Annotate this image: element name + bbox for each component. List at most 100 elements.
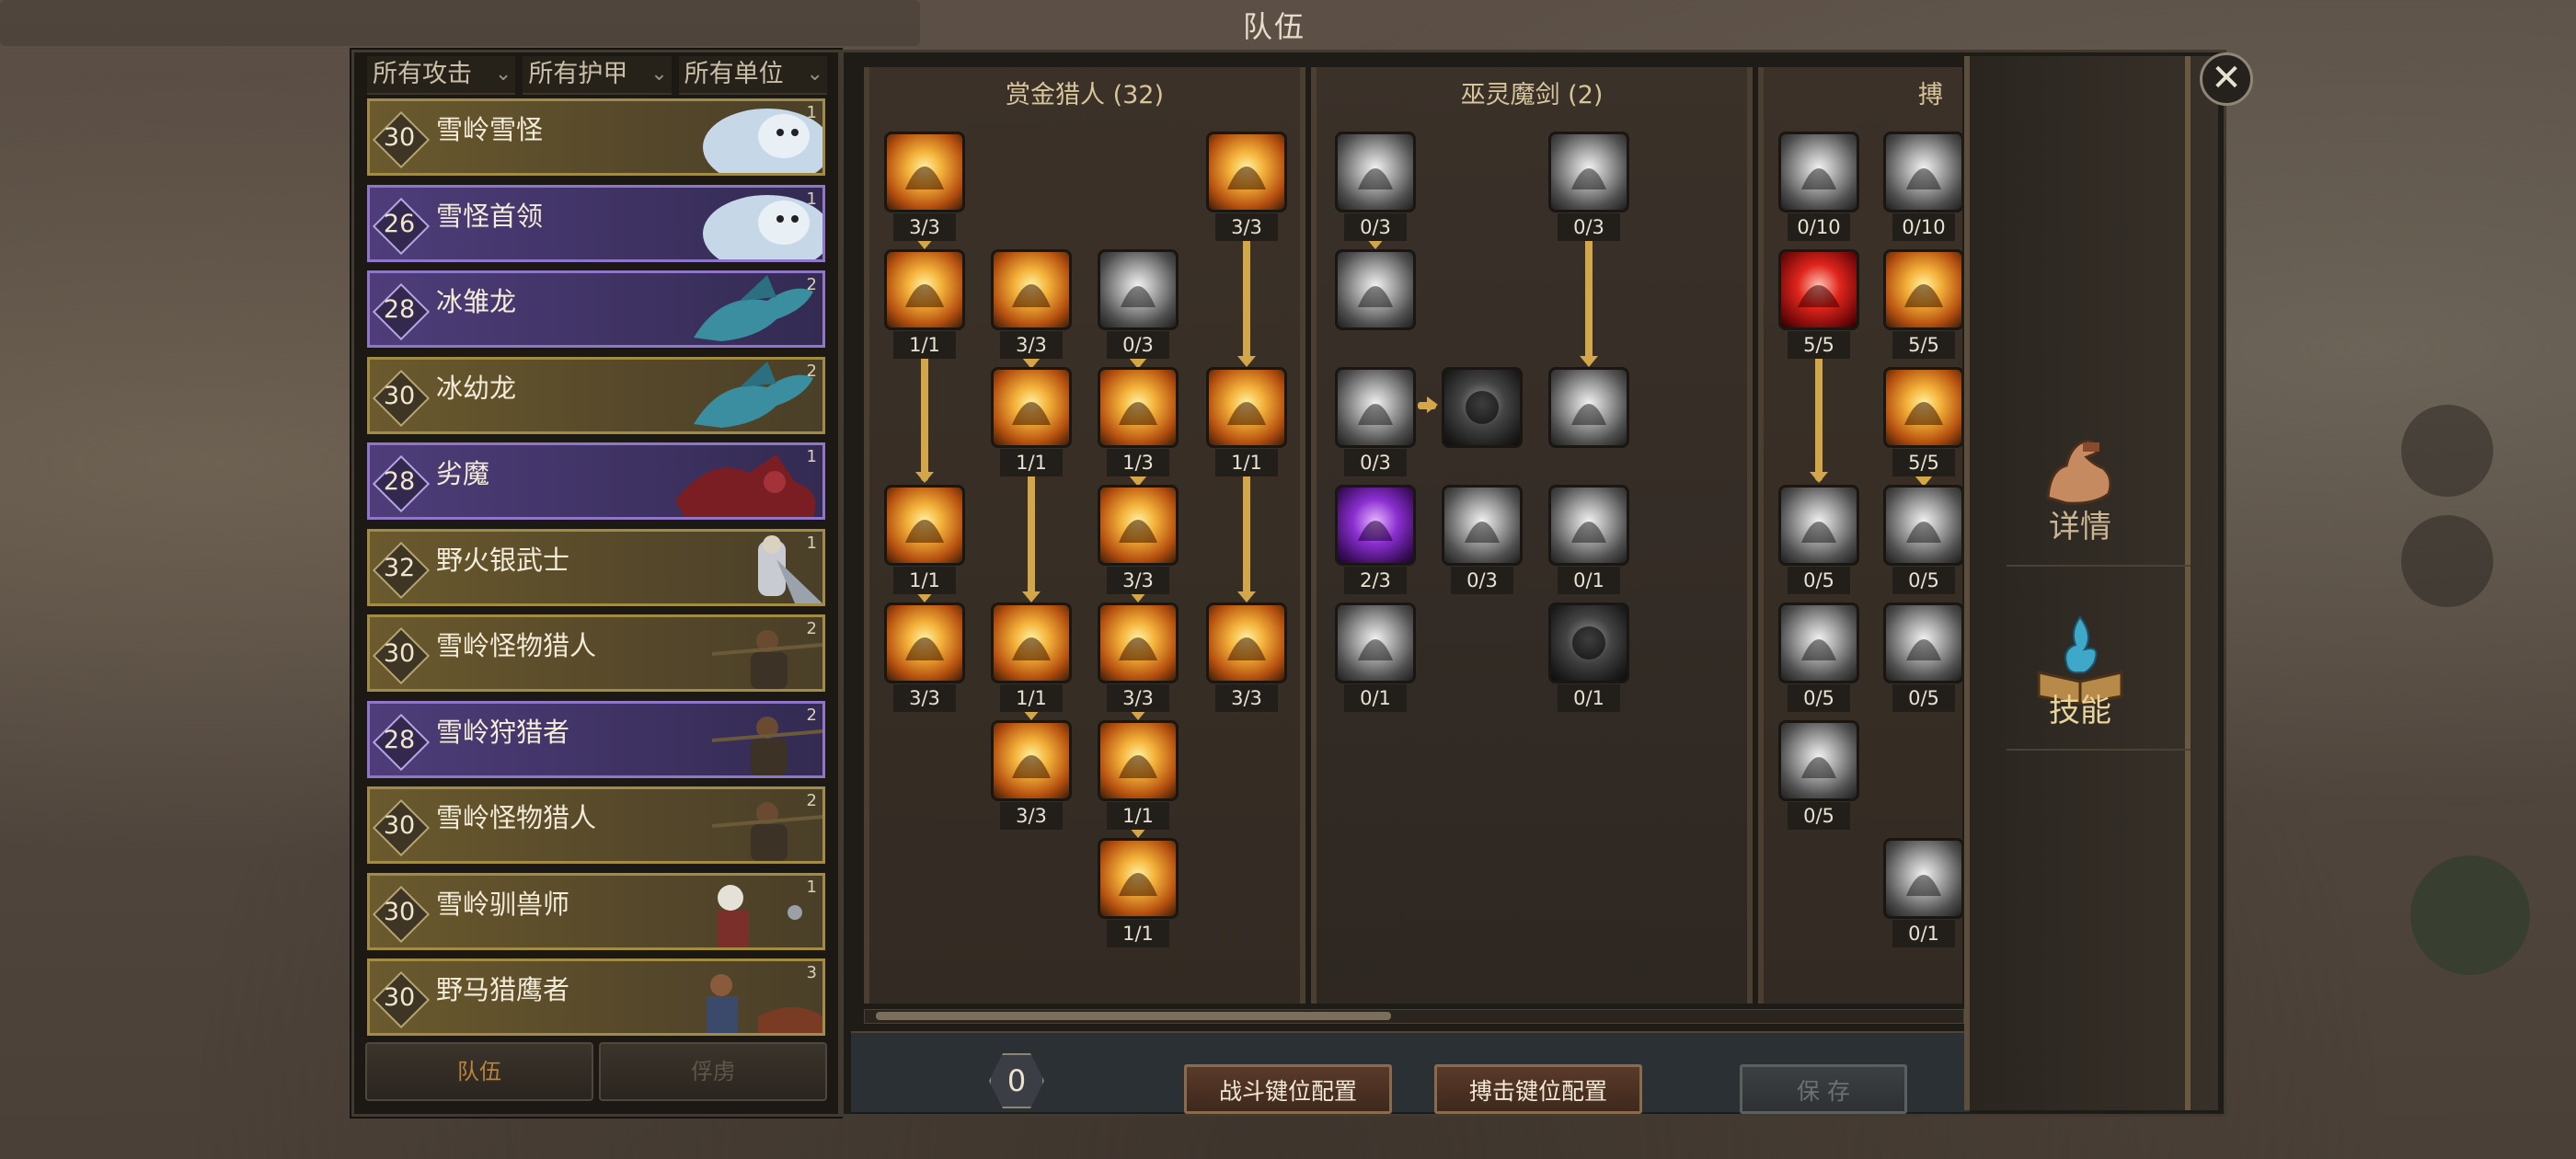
skill-trees-viewport[interactable]: 赏金猎人 (32) 3/3 3/3 1/1 3/3 0/3 1/1 1/3 1/1 1/1 3/3… — [864, 67, 1962, 1004]
skill-node[interactable]: 1/3 — [1098, 367, 1179, 476]
skill-rank: 0/5 — [1892, 567, 1955, 594]
side-tabs: 详情 技能 — [1964, 56, 2218, 1110]
save-button[interactable]: 保 存 — [1740, 1064, 1907, 1114]
skill-node[interactable]: 1/1 — [1098, 838, 1179, 947]
unit-row[interactable]: 28 冰雏龙 2 — [367, 270, 825, 348]
skill-rank: 0/3 — [1451, 567, 1513, 594]
skill-rank: 5/5 — [1788, 331, 1850, 359]
golden-blade-icon — [1119, 873, 1157, 896]
unit-row[interactable]: 28 雪岭狩猎者 2 — [367, 700, 825, 778]
brawl-keys-button[interactable]: 搏击键位配置 — [1434, 1064, 1642, 1114]
tab-prisoners[interactable]: 俘虏 — [599, 1042, 827, 1101]
unit-portrait — [703, 194, 822, 259]
fire-burst-icon — [905, 520, 944, 543]
skill-node[interactable]: 1/1 — [1098, 720, 1179, 830]
skill-node[interactable] — [1335, 249, 1416, 330]
horizontal-scrollbar[interactable] — [864, 1009, 1964, 1024]
skill-node[interactable]: 0/3 — [1098, 249, 1179, 359]
roster-panel: 所有攻击 ⌄ 所有护甲 ⌄ 所有单位 ⌄ 30 雪岭雪怪 1 26 雪怪首领 1 28 冰雏龙 2 30… — [351, 50, 841, 1117]
skill-tree-witch-blade: 巫灵魔剑 (2) 0/3 0/3 0/3 2/3 0/3 0/1 0/1 0/1 — [1311, 67, 1753, 1004]
skill-node[interactable]: 0/1 — [1548, 602, 1629, 712]
burst-icon — [1906, 522, 1941, 543]
combat-keys-button[interactable]: 战斗键位配置 — [1184, 1064, 1392, 1114]
skill-rank: 0/1 — [1892, 920, 1955, 947]
skill-node[interactable]: 1/1 — [991, 367, 1072, 476]
tree-title: 巫灵魔剑 (2) — [1460, 81, 1604, 109]
unit-row[interactable]: 28 劣魔 1 — [367, 442, 825, 520]
unit-level: 30 — [383, 811, 416, 840]
skill-node[interactable]: 5/5 — [1778, 249, 1859, 359]
unit-count: 1 — [806, 103, 817, 122]
skill-node[interactable] — [1442, 367, 1523, 448]
skill-node[interactable]: 3/3 — [884, 132, 965, 241]
skill-node[interactable] — [1548, 367, 1629, 448]
punch-icon — [1801, 522, 1836, 543]
skill-node[interactable]: 2/3 — [1335, 485, 1416, 594]
skill-node[interactable]: 0/1 — [1548, 485, 1629, 594]
skill-node[interactable]: 3/3 — [991, 720, 1072, 830]
unit-portrait — [675, 454, 816, 517]
skill-node[interactable]: 0/10 — [1778, 132, 1859, 241]
fist-icon — [1801, 168, 1836, 189]
filter-attack-dropdown[interactable]: 所有攻击 ⌄ — [367, 56, 516, 95]
tab-team[interactable]: 队伍 — [365, 1042, 593, 1101]
skill-node[interactable]: 3/3 — [991, 249, 1072, 359]
scrollbar-thumb[interactable] — [876, 1012, 1391, 1020]
skill-node[interactable]: 0/3 — [1548, 132, 1629, 241]
imp-icon — [1012, 755, 1051, 778]
tab-skills[interactable]: 技能 — [2007, 608, 2191, 751]
skill-node[interactable]: 3/3 — [1098, 485, 1179, 594]
skill-rank: 0/3 — [1107, 331, 1169, 359]
unit-row[interactable]: 30 冰幼龙 2 — [367, 356, 825, 434]
skill-rank: 0/5 — [1788, 684, 1850, 712]
unit-row[interactable]: 30 雪岭怪物猎人 2 — [367, 786, 825, 864]
skill-node[interactable]: 0/5 — [1883, 602, 1962, 712]
skill-node[interactable]: 1/1 — [1206, 367, 1287, 476]
skill-node[interactable]: 3/3 — [1206, 132, 1287, 241]
skill-node[interactable]: 0/3 — [1442, 485, 1523, 594]
unit-row[interactable]: 30 雪岭驯兽师 1 — [367, 872, 825, 950]
level-badge: 28 — [372, 713, 431, 771]
unit-row[interactable]: 30 雪岭怪物猎人 2 — [367, 614, 825, 692]
skill-node[interactable]: 0/5 — [1883, 485, 1962, 594]
blade-icon — [1119, 637, 1157, 660]
skill-node[interactable]: 0/10 — [1883, 132, 1962, 241]
connector-arrow-icon — [1427, 396, 1438, 413]
tab-details[interactable]: 详情 — [2007, 424, 2191, 567]
skill-node[interactable]: 5/5 — [1883, 249, 1962, 359]
skill-rank: 0/1 — [1558, 684, 1620, 712]
sunburst-icon — [1012, 284, 1051, 307]
skill-node[interactable]: 3/3 — [1098, 602, 1179, 712]
skill-rank: 5/5 — [1892, 331, 1955, 359]
tab-label: 详情 — [2049, 509, 2111, 545]
close-icon[interactable]: ✕ — [2200, 52, 2253, 106]
skill-node[interactable]: 1/1 — [884, 485, 965, 594]
skill-node[interactable]: 0/5 — [1778, 602, 1859, 712]
skill-node[interactable]: 1/1 — [991, 602, 1072, 712]
unit-row[interactable]: 26 雪怪首领 1 — [367, 184, 825, 262]
skill-node[interactable]: 0/1 — [1335, 602, 1416, 712]
skill-node[interactable]: 0/5 — [1778, 720, 1859, 830]
filter-label: 所有攻击 — [373, 60, 472, 88]
unit-portrait — [707, 974, 822, 1033]
level-badge: 32 — [372, 541, 431, 599]
fire-grab-icon — [1227, 166, 1266, 189]
skill-node[interactable]: 3/3 — [884, 602, 965, 712]
unit-row[interactable]: 32 野火银武士 1 — [367, 528, 825, 606]
skill-node[interactable]: 3/3 — [1206, 602, 1287, 712]
unit-portrait — [758, 534, 822, 603]
unit-portrait — [718, 884, 802, 947]
skill-node[interactable]: 0/3 — [1335, 367, 1416, 476]
skill-node[interactable]: 1/1 — [884, 249, 965, 359]
skill-node[interactable]: 0/3 — [1335, 132, 1416, 241]
skill-node[interactable]: 0/5 — [1778, 485, 1859, 594]
unit-row[interactable]: 30 雪岭雪怪 1 — [367, 98, 825, 176]
fire-dash-icon — [905, 166, 944, 189]
filter-unit-dropdown[interactable]: 所有单位 ⌄ — [678, 56, 827, 95]
skill-node[interactable]: 5/5 — [1883, 367, 1962, 476]
unit-row[interactable]: 30 野马猎鹰者 3 — [367, 958, 825, 1036]
skill-node[interactable]: 0/1 — [1883, 838, 1962, 947]
background-hud-button — [2401, 515, 2493, 607]
filter-armor-dropdown[interactable]: 所有护甲 ⌄ — [523, 56, 672, 95]
claw-slash-icon — [1358, 168, 1393, 189]
